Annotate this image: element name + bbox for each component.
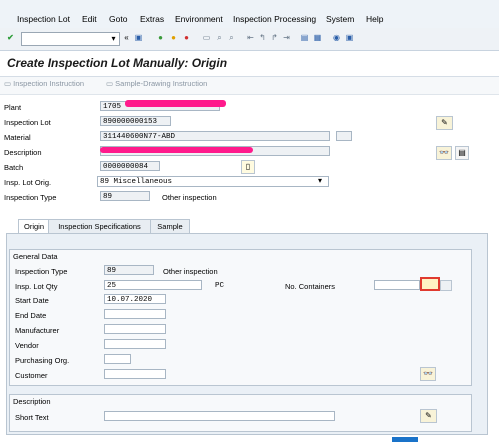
end-date-label: End Date — [15, 311, 47, 320]
redaction-description — [100, 147, 253, 153]
lot-origin-label: Insp. Lot Orig. — [4, 178, 52, 187]
glasses-display-icon[interactable]: 👓 — [436, 146, 452, 160]
customer-label: Customer — [15, 371, 48, 380]
print-icon[interactable]: ▭ — [201, 32, 212, 43]
inspection-type-value: 89 — [103, 193, 113, 201]
last-page-icon[interactable]: ⇥ — [281, 32, 292, 43]
menu-help[interactable]: Help — [366, 14, 383, 24]
plant-label: Plant — [4, 103, 22, 112]
next-page-icon[interactable]: ↱ — [269, 32, 280, 43]
menu-system[interactable]: System — [326, 14, 354, 24]
save-icon[interactable]: ▣ — [133, 32, 144, 43]
glasses-display-icon[interactable]: 👓 — [420, 367, 436, 381]
material-extra-field — [336, 131, 352, 141]
start-date-value: 10.07.2020 — [107, 296, 153, 304]
menu-goto[interactable]: Goto — [109, 14, 127, 24]
inspection-type-text: Other inspection — [162, 193, 217, 202]
lot-qty-value: 25 — [107, 282, 117, 290]
chevron-down-icon[interactable]: ▾ — [318, 176, 322, 185]
lot-qty-label: Insp. Lot Qty — [15, 282, 58, 291]
menu-inspection-lot[interactable]: Inspection Lot — [17, 14, 70, 24]
find-next-icon[interactable]: ⌕ — [226, 32, 237, 43]
containers-input[interactable] — [374, 280, 420, 290]
manufacturer-label: Manufacturer — [15, 326, 60, 335]
sample-drawing-instruction-button[interactable]: ▭ Sample-Drawing Instruction — [106, 79, 207, 88]
lot-origin-dropdown[interactable]: 89 Miscellaneous — [97, 176, 329, 187]
command-field[interactable] — [21, 32, 120, 46]
tab-sample-label: Sample — [157, 222, 183, 231]
enter-check-icon[interactable]: ✔ — [5, 32, 16, 43]
start-date-label: Start Date — [15, 296, 49, 305]
inspection-instruction-button[interactable]: ▭ Inspection Instruction — [4, 79, 84, 88]
tab-sample[interactable]: Sample — [150, 219, 190, 234]
chevron-down-icon[interactable]: ▾ — [108, 33, 119, 44]
start-date-input[interactable]: 10.07.2020 — [104, 294, 166, 304]
help-icon[interactable]: ◉ — [331, 32, 342, 43]
redaction-plant — [125, 100, 226, 107]
tab-origin-label: Origin — [23, 222, 44, 231]
end-date-input[interactable] — [104, 309, 166, 319]
tab-specs-label: Inspection Specifications — [58, 222, 141, 231]
batch-label: Batch — [4, 163, 24, 172]
inspection-lot-value: 890000000153 — [103, 118, 158, 126]
description-label: Description — [4, 148, 42, 157]
plant-value: 1705 — [103, 103, 122, 111]
gd-inspection-type-field: 89 — [104, 265, 154, 275]
edit-pencil-icon[interactable]: ✎ — [436, 116, 453, 130]
shortcut-icon[interactable]: ▦ — [312, 32, 323, 43]
sap-logo — [392, 437, 418, 442]
layout-menu-icon[interactable]: ▣ — [344, 32, 355, 43]
inspection-type-field: 89 — [100, 191, 150, 201]
tab-origin[interactable]: Origin — [18, 219, 50, 234]
gd-inspection-type-text: Other inspection — [163, 267, 218, 276]
inspection-instruction-label: Inspection Instruction — [13, 79, 85, 88]
copy-icon[interactable]: ▤ — [455, 146, 469, 160]
batch-field: 0000000084 — [100, 161, 160, 171]
menu-inspection-processing[interactable]: Inspection Processing — [233, 14, 316, 24]
containers-unit-input[interactable] — [420, 277, 440, 291]
inspection-lot-field: 890000000153 — [100, 116, 171, 126]
back-double-arrow-icon[interactable]: « — [121, 32, 132, 43]
customer-input[interactable] — [104, 369, 166, 379]
cancel-icon[interactable]: ● — [181, 32, 192, 43]
page-title: Create Inspection Lot Manually: Origin — [7, 56, 228, 70]
tab-inspection-specifications[interactable]: Inspection Specifications — [48, 219, 151, 234]
lot-qty-input[interactable]: 25 — [104, 280, 202, 290]
material-value: 311440600N77-ABD — [103, 133, 176, 141]
general-data-group — [9, 249, 472, 386]
find-icon[interactable]: ⌕ — [214, 32, 225, 43]
sample-drawing-label: Sample-Drawing Instruction — [115, 79, 208, 88]
previous-page-icon[interactable]: ↰ — [257, 32, 268, 43]
inspection-lot-label: Inspection Lot — [4, 118, 51, 127]
gd-inspection-type-value: 89 — [107, 267, 117, 275]
new-session-icon[interactable]: ▤ — [299, 32, 310, 43]
material-label: Material — [4, 133, 31, 142]
material-field: 311440600N77-ABD — [100, 131, 330, 141]
purch-org-input[interactable] — [104, 354, 131, 364]
purch-org-label: Purchasing Org. — [15, 356, 70, 365]
menu-extras[interactable]: Extras — [140, 14, 164, 24]
menu-environment[interactable]: Environment — [175, 14, 223, 24]
description-group-title: Description — [13, 397, 51, 406]
back-icon[interactable]: ● — [155, 32, 166, 43]
short-text-label: Short Text — [15, 413, 49, 422]
vendor-label: Vendor — [15, 341, 39, 350]
general-data-title: General Data — [13, 252, 58, 261]
batch-value: 0000000084 — [103, 163, 149, 171]
first-page-icon[interactable]: ⇤ — [245, 32, 256, 43]
vendor-input[interactable] — [104, 339, 166, 349]
long-text-pencil-icon[interactable]: ✎ — [420, 409, 437, 423]
menu-edit[interactable]: Edit — [82, 14, 97, 24]
lot-origin-value: 89 Miscellaneous — [100, 178, 173, 186]
lot-qty-unit: PC — [215, 282, 225, 290]
short-text-input[interactable] — [104, 411, 335, 421]
value-help-icon[interactable] — [440, 280, 452, 291]
gd-inspection-type-label: Inspection Type — [15, 267, 68, 276]
containers-label: No. Containers — [285, 282, 336, 291]
batch-document-icon[interactable]: ▯ — [241, 160, 255, 174]
exit-icon[interactable]: ● — [168, 32, 179, 43]
manufacturer-input[interactable] — [104, 324, 166, 334]
inspection-type-label: Inspection Type — [4, 193, 57, 202]
